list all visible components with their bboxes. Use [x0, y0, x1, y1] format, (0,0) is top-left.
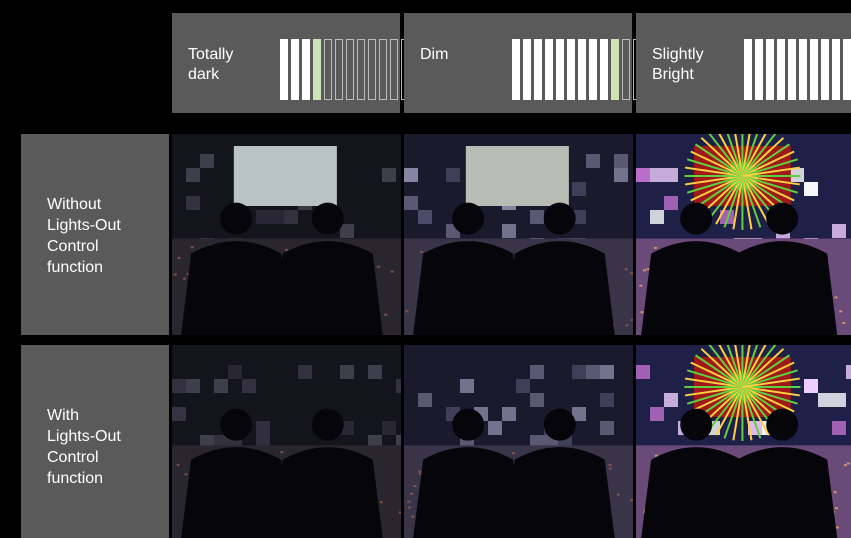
meter-bar	[755, 39, 763, 100]
row-label-with: With Lights-Out Control function	[21, 345, 169, 538]
meter-bar	[622, 39, 630, 100]
meter-bar	[313, 39, 321, 100]
meter-bar	[379, 39, 387, 100]
meter-bar	[357, 39, 365, 100]
meter-bar	[799, 39, 807, 100]
header-label: Totally dark	[188, 46, 234, 83]
scene-image-without-dim	[404, 134, 633, 335]
meter-bar	[523, 39, 531, 100]
meter-bar	[512, 39, 520, 100]
brightness-meter	[512, 39, 641, 100]
meter-bar	[600, 39, 608, 100]
meter-bar	[810, 39, 818, 100]
meter-bar	[324, 39, 332, 100]
meter-bar	[534, 39, 542, 100]
meter-bar	[346, 39, 354, 100]
meter-bar	[302, 39, 310, 100]
row-label-without: Without Lights-Out Control function	[21, 134, 169, 335]
scene-image-without-bright	[636, 134, 851, 335]
row-label-text: Without Lights-Out Control function	[47, 196, 121, 276]
meter-bar	[832, 39, 840, 100]
meter-bar	[843, 39, 851, 100]
header-slightly-bright: Slightly Bright	[636, 13, 851, 113]
meter-bar	[821, 39, 829, 100]
meter-bar	[390, 39, 398, 100]
brightness-meter	[280, 39, 409, 100]
scene-image-with-dim	[404, 345, 633, 538]
meter-bar	[589, 39, 597, 100]
meter-bar	[766, 39, 774, 100]
header-totally-dark: Totally dark	[172, 13, 409, 113]
row-label-text: With Lights-Out Control function	[47, 407, 121, 487]
header-dim: Dim	[404, 13, 641, 113]
meter-bar	[368, 39, 376, 100]
brightness-meter	[744, 39, 851, 100]
meter-bar	[280, 39, 288, 100]
meter-bar	[611, 39, 619, 100]
meter-bar	[335, 39, 343, 100]
header-label: Slightly Bright	[652, 46, 704, 83]
meter-bar	[291, 39, 299, 100]
scene-image-with-dark	[172, 345, 401, 538]
meter-bar	[545, 39, 553, 100]
meter-bar	[744, 39, 752, 100]
meter-bar	[777, 39, 785, 100]
meter-bar	[788, 39, 796, 100]
header-label: Dim	[420, 46, 449, 63]
scene-image-with-bright	[636, 345, 851, 538]
meter-bar	[556, 39, 564, 100]
meter-bar	[567, 39, 575, 100]
scene-image-without-dark	[172, 134, 401, 335]
meter-bar	[578, 39, 586, 100]
